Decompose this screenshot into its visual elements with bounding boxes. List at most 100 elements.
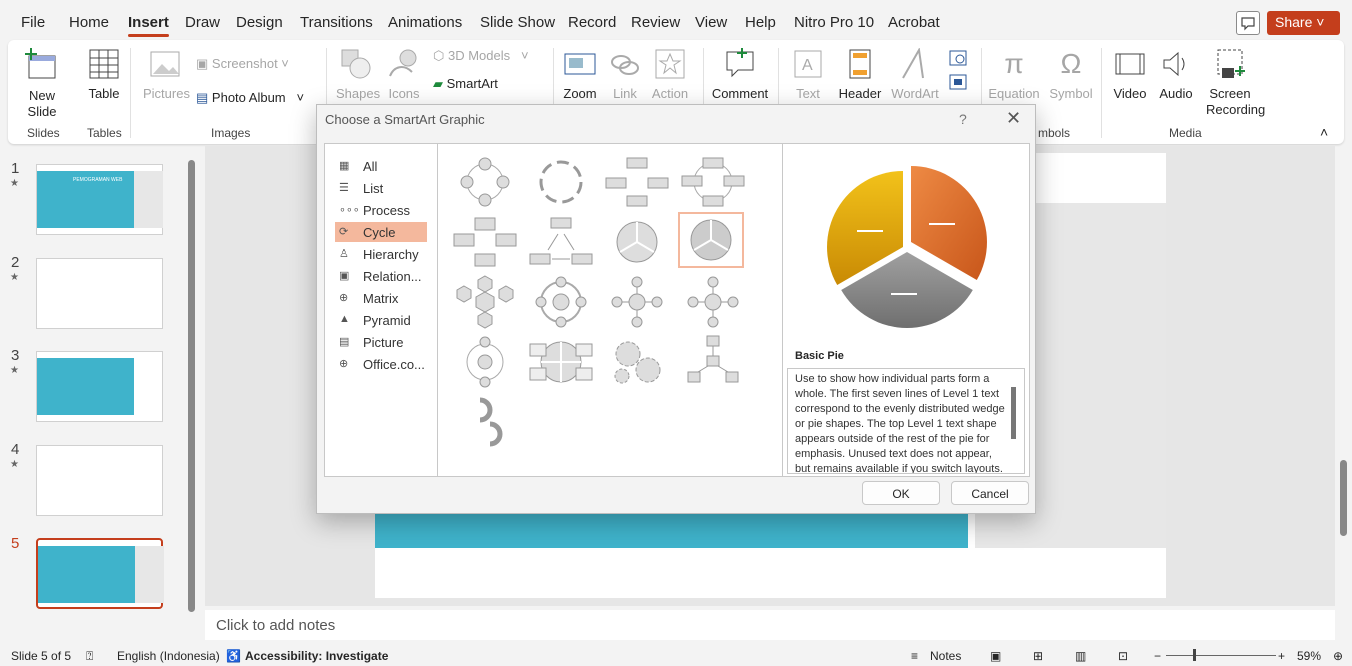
zoom-button[interactable]: Zoom: [560, 48, 600, 101]
radial-cycle-layout[interactable]: [604, 214, 670, 270]
tab-file[interactable]: File: [21, 14, 45, 31]
equation-button[interactable]: π Equation: [988, 48, 1040, 101]
action-button[interactable]: Action: [650, 48, 690, 101]
comment-button[interactable]: Comment: [710, 48, 770, 101]
link-button[interactable]: Link: [608, 48, 642, 101]
radial-cluster-layout[interactable]: [680, 334, 746, 390]
date-time-icon[interactable]: [948, 48, 968, 71]
slide-sorter-icon[interactable]: ⊞: [1033, 649, 1043, 663]
thumbnail-scrollbar[interactable]: [188, 160, 195, 612]
tab-record[interactable]: Record: [568, 14, 616, 31]
category-process[interactable]: ∘∘∘ Process: [335, 200, 427, 220]
tab-animations[interactable]: Animations: [388, 14, 462, 31]
tab-nitro[interactable]: Nitro Pro 10: [794, 14, 874, 31]
notes-pane[interactable]: Click to add notes: [205, 610, 1335, 640]
tab-home[interactable]: Home: [69, 14, 109, 31]
pyramid-icon: ▲: [339, 313, 350, 325]
tab-insert[interactable]: Insert: [128, 14, 169, 37]
cancel-button[interactable]: Cancel: [951, 481, 1029, 505]
notes-toggle[interactable]: Notes: [930, 649, 961, 663]
text-box-button[interactable]: A Text: [788, 48, 828, 101]
slide-thumbnail-5[interactable]: [36, 538, 164, 609]
screen-recording-button[interactable]: Screen Recording: [1206, 48, 1265, 118]
reading-view-icon[interactable]: ▥: [1075, 649, 1086, 663]
audio-button[interactable]: Audio: [1158, 48, 1194, 101]
tab-view[interactable]: View: [695, 14, 727, 31]
accessibility-status[interactable]: Accessibility: Investigate: [245, 649, 388, 663]
tab-draw[interactable]: Draw: [185, 14, 220, 31]
slideshow-icon[interactable]: ⊡: [1118, 649, 1128, 663]
category-matrix[interactable]: ⊕ Matrix: [335, 288, 427, 308]
category-pyramid[interactable]: ▲ Pyramid: [335, 310, 427, 330]
category-label: Hierarchy: [363, 247, 419, 262]
hierarchy-icon: ♙: [339, 248, 349, 260]
category-all[interactable]: ▦ All: [335, 156, 427, 176]
zoom-level[interactable]: 59%: [1297, 649, 1321, 663]
slide-thumbnail-3[interactable]: [36, 351, 163, 422]
basic-cycle-layout[interactable]: [452, 154, 518, 210]
segmented-cycle-layout[interactable]: [680, 154, 746, 210]
continuous-cycle-layout[interactable]: [528, 214, 594, 270]
cycle-matrix-quad-layout[interactable]: [528, 334, 594, 390]
category-relationship[interactable]: ▣ Relation...: [335, 266, 427, 286]
category-picture[interactable]: ▤ Picture: [335, 332, 427, 352]
tab-design[interactable]: Design: [236, 14, 283, 31]
zoom-slider-thumb[interactable]: [1193, 649, 1196, 661]
zoom-slider[interactable]: [1166, 655, 1276, 656]
block-cycle-layout[interactable]: [604, 154, 670, 210]
slide-thumbnail-4[interactable]: [36, 445, 163, 516]
zoom-in-icon[interactable]: +: [1278, 649, 1285, 663]
icons-button[interactable]: Icons: [384, 48, 424, 101]
diverging-radial-layout[interactable]: [604, 274, 670, 330]
description-scrollbar[interactable]: [1011, 387, 1016, 439]
tab-help[interactable]: Help: [745, 14, 776, 31]
screenshot-button[interactable]: ▣ Screenshot ˅: [196, 56, 289, 72]
pictures-button[interactable]: Pictures: [143, 48, 190, 101]
header-footer-icon: [849, 49, 871, 79]
category-list-item[interactable]: ☰ List: [335, 178, 427, 198]
normal-view-icon[interactable]: ▣: [990, 649, 1001, 663]
spellcheck-icon[interactable]: ⍰: [86, 649, 93, 664]
slide-scrollbar[interactable]: [1340, 460, 1347, 536]
category-hierarchy[interactable]: ♙ Hierarchy: [335, 244, 427, 264]
nondirectional-cycle-layout[interactable]: [452, 214, 518, 270]
fit-to-window-icon[interactable]: ⊕: [1333, 649, 1343, 663]
3d-models-button[interactable]: ⬡ 3D Models ˅: [433, 48, 529, 64]
ok-button[interactable]: OK: [862, 481, 940, 505]
symbol-button[interactable]: Ω Symbol: [1046, 48, 1096, 101]
tab-slide-show[interactable]: Slide Show: [480, 14, 555, 31]
tab-review[interactable]: Review: [631, 14, 680, 31]
slide-thumbnail-2[interactable]: [36, 258, 163, 329]
hexagon-radial-layout[interactable]: [452, 274, 518, 330]
wordart-button[interactable]: WordArt: [890, 48, 940, 101]
category-label: List: [363, 181, 384, 196]
category-cycle[interactable]: ⟳ Cycle: [335, 222, 427, 242]
slide-number-icon[interactable]: [948, 72, 968, 95]
circle-arrow-process-layout[interactable]: [452, 394, 518, 450]
table-button[interactable]: Table: [86, 48, 122, 101]
close-icon[interactable]: ✕: [1006, 108, 1021, 129]
photo-album-button[interactable]: ▤ Photo Album ˅: [196, 90, 304, 106]
video-button[interactable]: Video: [1110, 48, 1150, 101]
slide-thumbnail-1[interactable]: PEMOGRAMAN WEB: [36, 164, 163, 235]
share-button[interactable]: Share ˅: [1267, 11, 1340, 35]
tab-transitions[interactable]: Transitions: [300, 14, 373, 31]
shapes-button[interactable]: Shapes: [336, 48, 380, 101]
collapse-ribbon-icon[interactable]: ˄: [1320, 124, 1328, 140]
tab-acrobat[interactable]: Acrobat: [888, 14, 940, 31]
category-office-com[interactable]: ⊕ Office.co...: [335, 354, 427, 374]
text-cycle-layout[interactable]: [528, 154, 594, 210]
radial-venn-layout[interactable]: [680, 274, 746, 330]
basic-pie-layout[interactable]: [678, 212, 744, 268]
header-footer-button[interactable]: Header: [838, 48, 882, 101]
table-icon: [89, 49, 119, 79]
smartart-button[interactable]: ▰ SmartArt: [433, 76, 498, 92]
comments-icon[interactable]: [1236, 11, 1260, 35]
new-slide-button[interactable]: New Slide: [22, 48, 62, 120]
multidirectional-cycle-layout[interactable]: [452, 334, 518, 390]
language-indicator[interactable]: English (Indonesia): [117, 649, 220, 663]
zoom-out-icon[interactable]: −: [1154, 649, 1161, 663]
cycle-matrix-layout[interactable]: [528, 274, 594, 330]
help-icon[interactable]: ?: [959, 111, 967, 127]
gear-layout[interactable]: [604, 334, 670, 390]
